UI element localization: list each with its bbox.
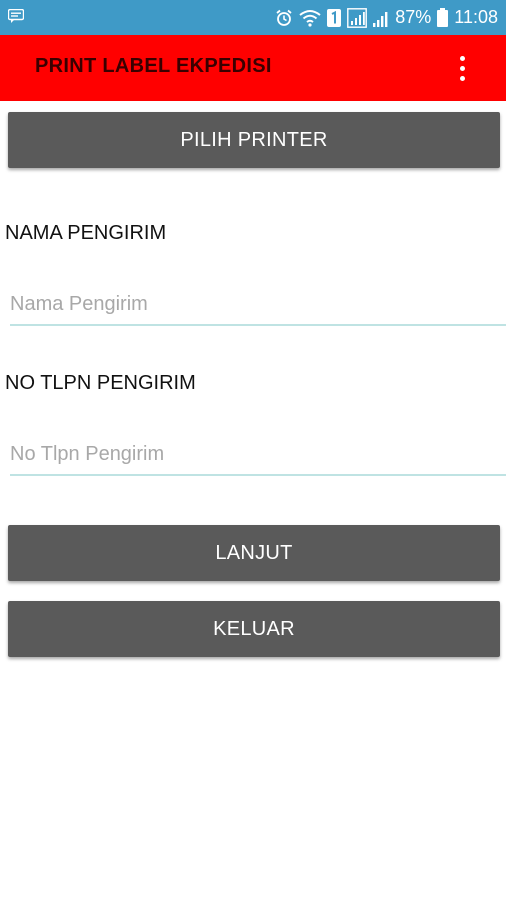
battery-icon xyxy=(437,8,449,27)
status-icons: 87% 11:08 xyxy=(275,0,498,35)
app-title: PRINT LABEL EKPEDISI xyxy=(35,55,272,77)
message-notification-icon xyxy=(8,9,24,23)
sender-name-input[interactable] xyxy=(10,284,506,326)
sender-phone-input[interactable] xyxy=(10,434,506,476)
battery-percentage: 87% xyxy=(395,7,432,27)
exit-button[interactable]: KELUAR xyxy=(8,601,500,657)
clock: 11:08 xyxy=(454,7,498,27)
sender-name-label: NAMA PENGIRIM xyxy=(5,222,167,244)
cell-signal-icon xyxy=(373,9,389,27)
sender-phone-label: NO TLPN PENGIRIM xyxy=(5,372,196,394)
wifi-icon xyxy=(299,9,321,27)
choose-printer-button[interactable]: PILIH PRINTER xyxy=(8,112,500,168)
data-sim-icon xyxy=(327,8,342,27)
status-bar: 87% 11:08 xyxy=(0,0,506,35)
app-screen: 87% 11:08 PRINT LABEL EKPEDISI PILIH PRI… xyxy=(0,0,506,900)
next-button[interactable]: LANJUT xyxy=(8,525,500,581)
overflow-menu-icon[interactable] xyxy=(448,51,476,85)
alarm-icon xyxy=(275,9,293,27)
app-bar: PRINT LABEL EKPEDISI xyxy=(0,35,506,101)
signal-box-icon xyxy=(347,7,368,28)
